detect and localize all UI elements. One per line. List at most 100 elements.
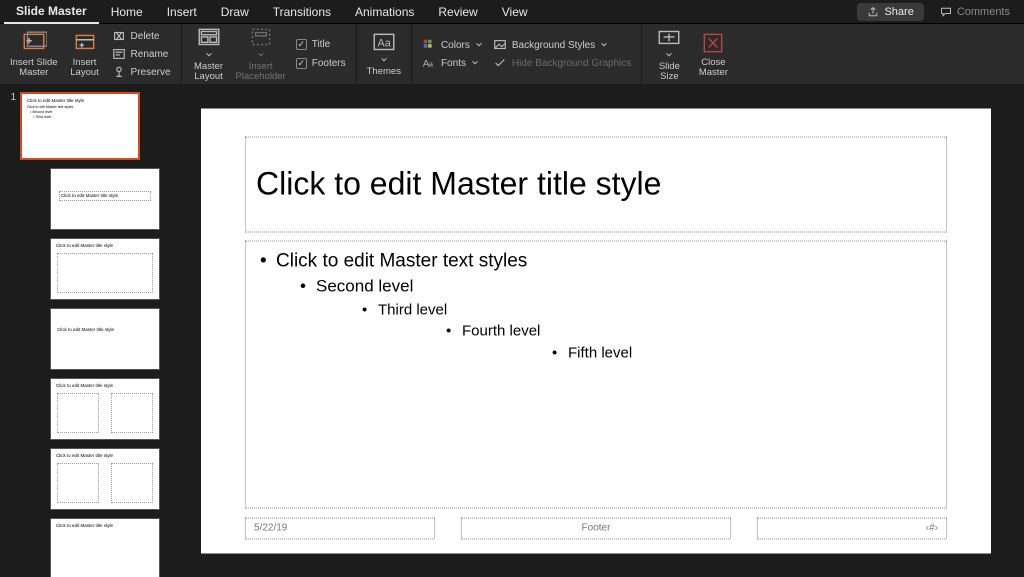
ribbon-group-layout: Master Layout Insert Placeholder Title F… [182,24,357,84]
ribbon-group-background: Colors Aa Fonts Background Styles Hide B… [412,24,642,84]
chevron-down-icon [380,56,388,64]
tab-view[interactable]: View [490,1,540,23]
thumb-title: Click to edit Master title style [57,327,114,332]
delete-icon [112,29,126,43]
insert-layout-label: Insert Layout [70,58,99,78]
comments-label: Comments [957,6,1010,18]
fonts-button[interactable]: Aa Fonts [422,56,483,70]
slide-canvas-area[interactable]: Click to edit Master title style Click t… [168,84,1024,577]
preserve-label: Preserve [131,67,171,78]
chevron-down-icon [205,51,213,59]
layout-thumbnail[interactable]: Click to edit Master title style [50,448,160,510]
svg-text:a: a [429,62,433,69]
footer-text: Footer [582,523,611,534]
insert-slide-master-button[interactable]: Insert Slide Master [10,31,58,78]
body-placeholder[interactable]: Click to edit Master text styles Second … [245,240,947,508]
themes-button[interactable]: Aa Themes [367,31,401,77]
fonts-label: Fonts [441,58,466,69]
body-lvl5: Fifth level [568,345,632,362]
background-styles-button[interactable]: Background Styles [493,38,632,52]
master-slide: Click to edit Master title style Click t… [201,108,991,553]
colors-button[interactable]: Colors [422,38,483,52]
background-styles-icon [493,38,507,52]
hide-background-checkbox[interactable]: Hide Background Graphics [493,56,632,70]
layout-thumbnail[interactable]: Click to edit Master title style [50,238,160,300]
master-layout-button[interactable]: Master Layout [192,26,226,82]
footer-placeholder[interactable]: Footer [461,517,731,539]
ribbon: Insert Slide Master Insert Layout Delete… [0,24,1024,84]
ribbon-group-close: Slide Size Close Master [642,24,740,84]
layout-thumbnail[interactable]: Click to edit Master title style [50,518,160,577]
edit-master-row: Delete Rename Preserve [112,29,171,79]
close-icon [700,31,726,55]
share-label: Share [884,6,913,18]
insert-layout-button[interactable]: Insert Layout [68,31,102,78]
tab-transitions[interactable]: Transitions [261,1,343,23]
colors-label: Colors [441,40,470,51]
master-thumbnail[interactable]: Click to edit Master title style Click t… [20,92,140,160]
tab-insert[interactable]: Insert [155,1,209,23]
close-master-button[interactable]: Close Master [696,31,730,78]
slide-size-icon [656,26,682,50]
tab-draw[interactable]: Draw [209,1,261,23]
svg-text:Aa: Aa [377,37,391,49]
master-number: 1 [4,92,16,103]
delete-button[interactable]: Delete [112,29,171,43]
insert-slide-master-label: Insert Slide Master [10,58,58,78]
hide-background-label: Hide Background Graphics [512,58,632,69]
title-checkbox[interactable]: Title [296,39,346,50]
share-button[interactable]: Share [857,3,923,21]
menu-bar: Slide Master Home Insert Draw Transition… [0,0,1024,24]
tab-slide-master[interactable]: Slide Master [4,0,99,24]
master-thumb-row: 1 Click to edit Master title style Click… [4,92,162,160]
title-placeholder[interactable]: Click to edit Master title style [245,136,947,232]
thumb-title: Click to edit Master title style [56,523,154,528]
layout-thumbnail[interactable]: Click to edit Master title style [50,308,160,370]
body-lvl2: Second level [316,277,413,296]
ribbon-group-edit-master: Insert Slide Master Insert Layout Delete… [0,24,182,84]
comment-icon [940,6,952,18]
master-layout-icon [196,26,222,50]
checkbox-icon [296,58,307,69]
rename-label: Rename [131,49,169,60]
rename-icon [112,47,126,61]
layout-thumbnail[interactable]: Click to edit Master title style [50,378,160,440]
slide-size-label: Slide Size [659,62,680,82]
footers-checkbox[interactable]: Footers [296,58,346,69]
comments-button[interactable]: Comments [930,3,1020,21]
date-placeholder[interactable]: 5/22/19 [245,517,435,539]
title-check-label: Title [312,39,331,50]
share-icon [867,6,879,18]
chevron-down-icon [600,41,608,49]
body-lvl4: Fourth level [462,323,540,340]
tab-review[interactable]: Review [426,1,489,23]
tab-home[interactable]: Home [99,1,155,23]
checkmark-icon [493,56,507,70]
close-master-label: Close Master [699,58,728,78]
background-styles-label: Background Styles [512,40,595,51]
layout-thumbnail[interactable]: Click to edit Master title style [50,168,160,230]
thumbnail-panel[interactable]: 1 Click to edit Master title style Click… [0,84,168,577]
checkbox-icon [296,39,307,50]
colors-icon [422,38,436,52]
insert-placeholder-button[interactable]: Insert Placeholder [236,26,286,82]
slide-number-placeholder[interactable]: ‹#› [757,517,947,539]
rename-button[interactable]: Rename [112,47,171,61]
insert-placeholder-label: Insert Placeholder [236,62,286,82]
insert-layout-icon [72,31,98,55]
preserve-button[interactable]: Preserve [112,65,171,79]
date-text: 5/22/19 [254,523,287,534]
chevron-down-icon [475,41,483,49]
slide-size-button[interactable]: Slide Size [652,26,686,82]
thumb-title: Click to edit Master title style [56,383,154,388]
thumb-title: Click to edit Master title style [56,243,154,248]
delete-label: Delete [131,31,160,42]
thumb-title: Click to edit Master title style [56,453,154,458]
chevron-down-icon [471,59,479,67]
thumb-title: Click to edit Master title style [27,98,133,103]
tab-animations[interactable]: Animations [343,1,426,23]
master-layout-label: Master Layout [194,62,223,82]
title-text: Click to edit Master title style [256,166,661,203]
insert-placeholder-icon [248,26,274,50]
workspace: 1 Click to edit Master title style Click… [0,84,1024,577]
